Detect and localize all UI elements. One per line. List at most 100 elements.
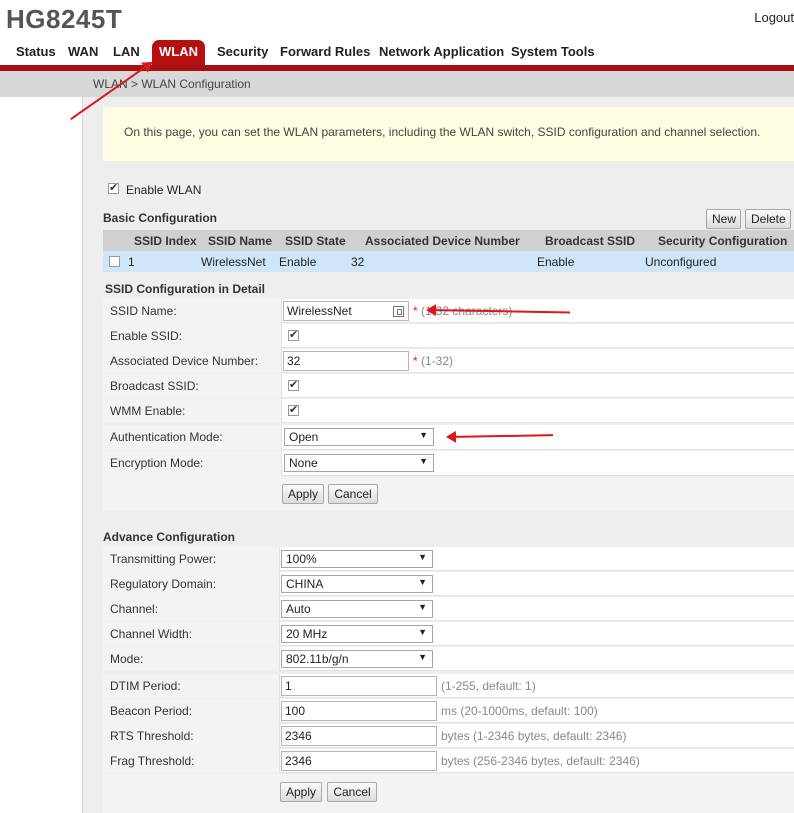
frag-row: Frag Threshold: 2346 bytes (256-2346 byt… <box>103 749 794 773</box>
enable-ssid-row: Enable SSID: <box>103 324 794 348</box>
encryption-mode-row: Encryption Mode: None ▼ <box>103 451 794 476</box>
beacon-value: 100 <box>285 704 306 718</box>
assoc-device-hint: (1-32) <box>421 354 454 368</box>
cancel-button[interactable]: Cancel <box>328 484 378 504</box>
advance-button-area: Apply Cancel <box>103 774 794 813</box>
nav-wlan[interactable]: WLAN <box>152 40 205 65</box>
wmm-label: WMM Enable: <box>103 399 282 423</box>
cell-assoc-device-number: 32 <box>351 255 365 269</box>
logout-link[interactable]: Logout <box>754 10 794 25</box>
broadcast-ssid-checkbox[interactable] <box>288 378 299 391</box>
brand-title: HG8245T <box>6 4 123 34</box>
channel-value: Auto <box>286 602 311 616</box>
chevron-down-icon: ▼ <box>418 652 427 662</box>
basic-config-title: Basic Configuration <box>103 211 218 225</box>
reg-domain-value: CHINA <box>286 577 324 591</box>
chevron-down-icon: ▼ <box>419 456 428 466</box>
chevron-down-icon: ▼ <box>418 552 427 562</box>
broadcast-ssid-label: Broadcast SSID: <box>103 374 282 398</box>
main-nav: Status WAN LAN WLAN Security Forward Rul… <box>0 40 794 65</box>
nav-status[interactable]: Status <box>10 40 62 65</box>
beacon-input[interactable]: 100 <box>281 701 437 721</box>
required-mark: * <box>413 354 418 368</box>
ssid-name-label: SSID Name: <box>103 299 282 323</box>
mode-value: 802.11b/g/n <box>286 652 349 666</box>
beacon-label: Beacon Period: <box>103 699 280 723</box>
frag-input[interactable]: 2346 <box>281 751 437 771</box>
channel-width-select[interactable]: 20 MHz ▼ <box>281 625 433 643</box>
keyboard-icon[interactable] <box>393 306 404 317</box>
enable-wlan-label: Enable WLAN <box>126 183 202 197</box>
mode-label: Mode: <box>103 647 280 671</box>
advance-config-title: Advance Configuration <box>103 530 236 544</box>
advance-cancel-button[interactable]: Cancel <box>327 782 377 802</box>
delete-button[interactable]: Delete <box>745 209 791 229</box>
cell-ssid-state: Enable <box>279 255 317 269</box>
apply-button[interactable]: Apply <box>282 484 324 504</box>
rts-label: RTS Threshold: <box>103 724 280 748</box>
mode-select[interactable]: 802.11b/g/n ▼ <box>281 650 433 668</box>
wmm-row: WMM Enable: <box>103 399 794 423</box>
nav-network-application[interactable]: Network Application <box>373 40 510 65</box>
tx-power-row: Transmitting Power: 100% ▼ <box>103 547 794 571</box>
detail-button-area: Apply Cancel <box>103 477 794 511</box>
reg-domain-row: Regulatory Domain: CHINA ▼ <box>103 572 794 596</box>
channel-width-value: 20 MHz <box>286 627 328 641</box>
col-ssid-name: SSID Name <box>208 234 273 248</box>
assoc-device-input[interactable]: 32 <box>283 351 409 371</box>
channel-row: Channel: Auto ▼ <box>103 597 794 621</box>
nav-system-tools[interactable]: System Tools <box>505 40 601 65</box>
reg-domain-select[interactable]: CHINA ▼ <box>281 575 433 593</box>
frag-hint: bytes (256-2346 bytes, default: 2346) <box>441 754 640 768</box>
chevron-down-icon: ▼ <box>418 627 427 637</box>
assoc-device-label: Associated Device Number: <box>103 349 282 373</box>
wmm-checkbox[interactable] <box>288 403 299 416</box>
enable-wlan-checkbox[interactable] <box>108 181 119 194</box>
assoc-device-row: Associated Device Number: 32 * (1-32) <box>103 349 794 373</box>
ssid-name-value: WirelessNet <box>287 304 352 318</box>
assoc-device-hint-row: * (1-32) <box>413 354 453 368</box>
auth-mode-select[interactable]: Open ▼ <box>284 428 434 446</box>
rts-value: 2346 <box>285 729 312 743</box>
tx-power-select[interactable]: 100% ▼ <box>281 550 433 568</box>
encryption-mode-label: Encryption Mode: <box>103 451 282 476</box>
chevron-down-icon: ▼ <box>419 430 428 440</box>
dtim-label: DTIM Period: <box>103 674 280 698</box>
channel-width-label: Channel Width: <box>103 622 280 646</box>
table-row[interactable]: 1 WirelessNet Enable 32 Enable Unconfigu… <box>103 251 794 272</box>
channel-select[interactable]: Auto ▼ <box>281 600 433 618</box>
dtim-hint: (1-255, default: 1) <box>441 679 536 693</box>
required-mark: * <box>413 304 418 318</box>
tx-power-label: Transmitting Power: <box>103 547 280 571</box>
advance-apply-button[interactable]: Apply <box>280 782 322 802</box>
reg-domain-label: Regulatory Domain: <box>103 572 280 596</box>
cell-security-config: Unconfigured <box>645 255 717 269</box>
enable-ssid-checkbox[interactable] <box>288 328 299 341</box>
assoc-device-value: 32 <box>287 354 301 368</box>
dtim-value: 1 <box>285 679 292 693</box>
encryption-mode-value: None <box>289 456 318 470</box>
new-button[interactable]: New <box>706 209 741 229</box>
encryption-mode-select[interactable]: None ▼ <box>284 454 434 472</box>
broadcast-ssid-row: Broadcast SSID: <box>103 374 794 398</box>
tx-power-value: 100% <box>286 552 317 566</box>
nav-security[interactable]: Security <box>211 40 274 65</box>
row-select-checkbox[interactable] <box>109 256 120 267</box>
channel-label: Channel: <box>103 597 280 621</box>
chevron-down-icon: ▼ <box>418 577 427 587</box>
nav-wan[interactable]: WAN <box>62 40 104 65</box>
col-ssid-state: SSID State <box>285 234 346 248</box>
dtim-row: DTIM Period: 1 (1-255, default: 1) <box>103 674 794 698</box>
rts-input[interactable]: 2346 <box>281 726 437 746</box>
nav-forward-rules[interactable]: Forward Rules <box>274 40 376 65</box>
enable-ssid-label: Enable SSID: <box>103 324 282 348</box>
breadcrumb: WLAN > WLAN Configuration <box>93 77 251 91</box>
ssid-name-input[interactable]: WirelessNet <box>283 301 409 321</box>
dtim-input[interactable]: 1 <box>281 676 437 696</box>
cell-broadcast-ssid: Enable <box>537 255 575 269</box>
ssid-table-header: SSID Index SSID Name SSID State Associat… <box>103 230 794 251</box>
mode-row: Mode: 802.11b/g/n ▼ <box>103 647 794 671</box>
beacon-row: Beacon Period: 100 ms (20-1000ms, defaul… <box>103 699 794 723</box>
cell-ssid-name: WirelessNet <box>201 255 266 269</box>
nav-lan[interactable]: LAN <box>107 40 146 65</box>
